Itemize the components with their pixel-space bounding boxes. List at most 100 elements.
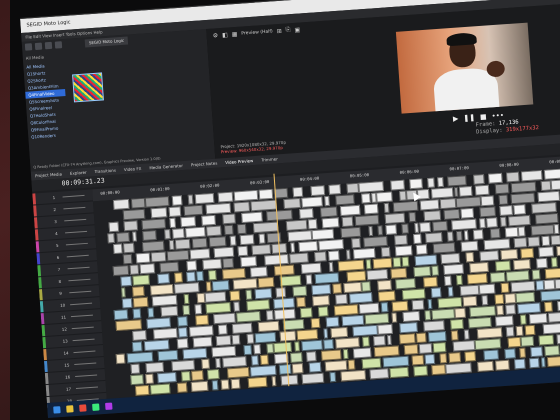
timeline-clip[interactable] — [215, 335, 232, 347]
timeline-clip[interactable] — [364, 313, 389, 325]
timeline-clip[interactable] — [551, 257, 558, 268]
timeline-clip[interactable] — [232, 278, 258, 290]
grid-icon[interactable]: ⊞ — [276, 27, 282, 34]
timeline-clip[interactable] — [541, 235, 551, 247]
timeline-clip[interactable] — [542, 322, 560, 335]
tree-item[interactable]: Q10Renders — [28, 131, 68, 141]
timeline-clip[interactable] — [412, 365, 429, 377]
timeline-clip[interactable] — [500, 282, 509, 294]
timeline-clip[interactable] — [307, 218, 318, 230]
timeline-clip[interactable] — [377, 279, 392, 291]
timeline-clip[interactable] — [498, 194, 509, 206]
timeline-clip[interactable] — [513, 204, 527, 216]
timeline-clip[interactable] — [231, 322, 253, 334]
timeline-clip[interactable] — [237, 245, 249, 257]
timeline-clip[interactable] — [377, 323, 393, 335]
timeline-clip[interactable] — [123, 220, 138, 232]
timeline-clip[interactable] — [279, 330, 296, 342]
timeline-clip[interactable] — [494, 260, 511, 272]
timeline-clip[interactable] — [191, 237, 208, 249]
timeline-clip[interactable] — [194, 192, 215, 205]
timeline-clip[interactable] — [543, 168, 560, 180]
timeline-clip[interactable] — [183, 204, 204, 217]
timeline-clip[interactable] — [298, 240, 319, 253]
timeline-clip[interactable] — [151, 294, 178, 307]
timeline-clip[interactable] — [513, 237, 528, 249]
media-thumbnail[interactable] — [72, 72, 104, 103]
bin-tab[interactable]: SEGID Moto Logic — [84, 36, 129, 48]
timeline-clip[interactable] — [499, 248, 519, 261]
timeline-clip[interactable] — [519, 347, 527, 358]
timeline-clip[interactable] — [294, 341, 300, 352]
timeline-clip[interactable] — [401, 256, 410, 267]
timeline-clip[interactable] — [282, 318, 305, 331]
timeline-clip[interactable] — [237, 223, 247, 235]
timeline-clip[interactable] — [296, 328, 319, 341]
timeline-clip[interactable] — [494, 183, 509, 195]
timeline-clip[interactable] — [473, 229, 484, 240]
timeline-clip[interactable] — [341, 314, 365, 327]
timeline-clip[interactable] — [168, 239, 175, 251]
timeline-clip[interactable] — [160, 305, 179, 317]
timeline-clip[interactable] — [122, 208, 146, 221]
track-level-slider[interactable] — [71, 326, 94, 330]
timeline-clip[interactable] — [163, 229, 171, 240]
timeline-clip[interactable] — [254, 288, 273, 300]
timeline-clip[interactable] — [174, 238, 191, 250]
tab-item[interactable]: Transitions — [94, 168, 116, 174]
timeline-clip[interactable] — [289, 252, 309, 264]
timeline-clip[interactable] — [273, 341, 292, 354]
timeline-clip[interactable] — [476, 327, 503, 339]
timeline-clip[interactable] — [514, 358, 526, 370]
timeline-clip[interactable] — [352, 324, 378, 337]
timeline-clip[interactable] — [233, 301, 240, 312]
timeline-clip[interactable] — [432, 220, 448, 232]
timeline-clip[interactable] — [478, 218, 486, 229]
timeline-clip[interactable] — [346, 182, 359, 194]
timeline-clip[interactable] — [428, 331, 447, 343]
timeline-clip[interactable] — [176, 338, 189, 349]
timeline-clip[interactable] — [279, 275, 302, 287]
timeline-clip[interactable] — [218, 191, 234, 203]
timeline-clip[interactable] — [373, 345, 400, 358]
timeline-clip[interactable] — [422, 320, 446, 332]
timeline-clip[interactable] — [353, 347, 372, 359]
timeline-clip[interactable] — [260, 354, 269, 366]
timeline-clip[interactable] — [328, 184, 341, 195]
timeline-clip[interactable] — [122, 297, 133, 309]
timeline-clip[interactable] — [446, 175, 467, 187]
timeline-clip[interactable] — [131, 231, 138, 242]
timeline-clip[interactable] — [424, 310, 431, 321]
timeline-clip[interactable] — [513, 259, 531, 271]
timeline-clip[interactable] — [506, 270, 530, 282]
timeline-clip[interactable] — [156, 273, 171, 285]
timeline-clip[interactable] — [325, 316, 339, 328]
timeline-clip[interactable] — [266, 209, 293, 222]
timeline-clip[interactable] — [295, 296, 306, 308]
timeline-clip[interactable] — [232, 201, 251, 213]
timeline-clip[interactable] — [274, 264, 295, 276]
timeline-clip[interactable] — [408, 211, 417, 223]
timeline-clip[interactable] — [444, 275, 452, 286]
timeline-clip[interactable] — [515, 325, 524, 337]
tab-item[interactable]: Explorer — [70, 170, 87, 176]
timeline-clip[interactable] — [196, 270, 204, 282]
timeline-clip[interactable] — [233, 189, 259, 202]
timeline-clip[interactable] — [399, 333, 416, 345]
timeline-clip[interactable] — [518, 226, 526, 237]
timeline-clip[interactable] — [246, 333, 255, 344]
timeline-clip[interactable] — [378, 290, 396, 302]
timeline-clip[interactable] — [150, 207, 168, 219]
timeline-clip[interactable] — [348, 292, 373, 304]
timeline-clip[interactable] — [301, 196, 324, 208]
timeline-clip[interactable] — [126, 351, 154, 364]
timeline-clip[interactable] — [544, 345, 560, 357]
timeline-clip[interactable] — [416, 332, 427, 344]
timeline-clip[interactable] — [506, 326, 515, 337]
timeline-clip[interactable] — [386, 334, 393, 346]
timeline-clip[interactable] — [393, 234, 408, 246]
timeline-clip[interactable] — [207, 269, 217, 281]
track-level-slider[interactable] — [73, 350, 96, 354]
timeline-clip[interactable] — [519, 247, 535, 259]
timeline-clip[interactable] — [132, 285, 145, 297]
